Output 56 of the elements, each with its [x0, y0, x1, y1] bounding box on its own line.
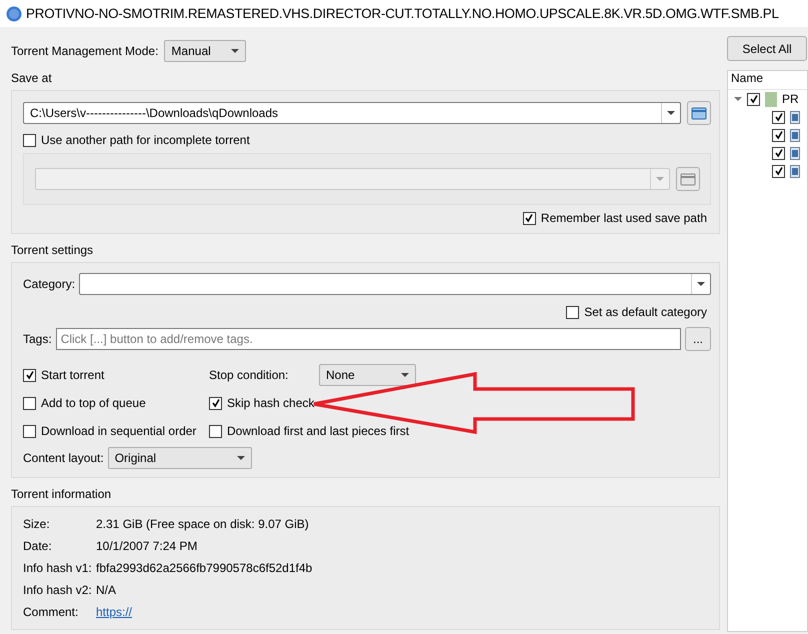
file-checkbox[interactable] [772, 128, 785, 142]
check-mark-icon [210, 398, 220, 408]
folder-icon [765, 92, 777, 106]
info-label: Comment: [23, 605, 80, 619]
option-checkbox[interactable]: Download in sequential order [23, 417, 209, 445]
default-category-checkbox[interactable]: Set as default category [566, 305, 707, 319]
remember-path-checkbox[interactable]: Remember last used save path [522, 211, 707, 225]
check-mark-icon [524, 213, 534, 223]
option-checkbox[interactable]: Download first and last pieces first [209, 417, 711, 445]
folder-icon [680, 172, 696, 186]
stop-condition-label: Stop condition: [209, 368, 290, 382]
content-layout-label: Content layout: [23, 451, 104, 465]
info-value: N/A [96, 583, 116, 597]
comment-link[interactable]: https:// [96, 605, 132, 619]
file-checkbox[interactable] [772, 146, 785, 160]
tags-button[interactable]: ... [685, 327, 711, 351]
browse-folder-button[interactable] [687, 101, 711, 125]
info-value: 10/1/2007 7:24 PM [96, 539, 198, 553]
check-mark-icon [748, 94, 758, 104]
select-all-button[interactable]: Select All [727, 36, 807, 61]
management-mode-dropdown[interactable]: Manual [164, 40, 246, 62]
info-label: Size: [23, 517, 51, 531]
content-layout-dropdown[interactable]: Original [108, 447, 252, 469]
expand-arrow-icon[interactable] [734, 97, 742, 101]
info-value: 2.31 GiB (Free space on disk: 9.07 GiB) [96, 517, 309, 531]
video-file-icon [790, 128, 800, 142]
name-column-header[interactable]: Name [728, 71, 807, 90]
folder-icon [691, 106, 707, 120]
check-mark-icon [24, 370, 34, 380]
app-logo-icon [6, 6, 22, 22]
stop-condition-dropdown[interactable]: None [319, 364, 416, 386]
window-title: PROTIVNO-NO-SMOTRIM.REMASTERED.VHS.DIRECTOR-CUT.TOTALLY.NO.HOMO.UPSCALE.8K.VR.5D.OMG.WTF.SMB.PL [26, 6, 779, 21]
info-label: Info hash v2: [23, 583, 93, 597]
save-at-title: Save at [11, 71, 53, 85]
tags-label: Tags: [23, 332, 52, 346]
tags-field[interactable]: Click [...] button to add/remove tags. [56, 328, 681, 350]
torrent-information-title: Torrent information [11, 487, 112, 501]
file-checkbox[interactable] [772, 164, 785, 178]
info-label: Info hash v1: [23, 561, 93, 575]
file-checkbox[interactable] [747, 92, 760, 106]
management-mode-label: Torrent Management Mode: [11, 44, 158, 58]
category-dropdown[interactable] [79, 273, 711, 295]
video-file-icon [790, 146, 800, 160]
category-label: Category: [23, 277, 76, 291]
info-value: fbfa2993d62a2566fb7990578c6f52d1f4b [96, 561, 312, 575]
option-checkbox[interactable]: Start torrent [23, 361, 209, 389]
file-checkbox[interactable] [772, 110, 785, 124]
torrent-settings-title: Torrent settings [11, 243, 94, 257]
option-checkbox[interactable]: Add to top of queue [23, 389, 209, 417]
folder-name: PR [782, 92, 799, 106]
option-checkbox[interactable]: Skip hash check [209, 389, 711, 417]
video-file-icon [790, 110, 800, 124]
video-file-icon [790, 164, 800, 178]
browse-folder-button[interactable] [676, 167, 700, 191]
info-label: Date: [23, 539, 53, 553]
save-path-field[interactable]: C:\Users\v---------------\Downloads\qDownloads [23, 102, 681, 124]
